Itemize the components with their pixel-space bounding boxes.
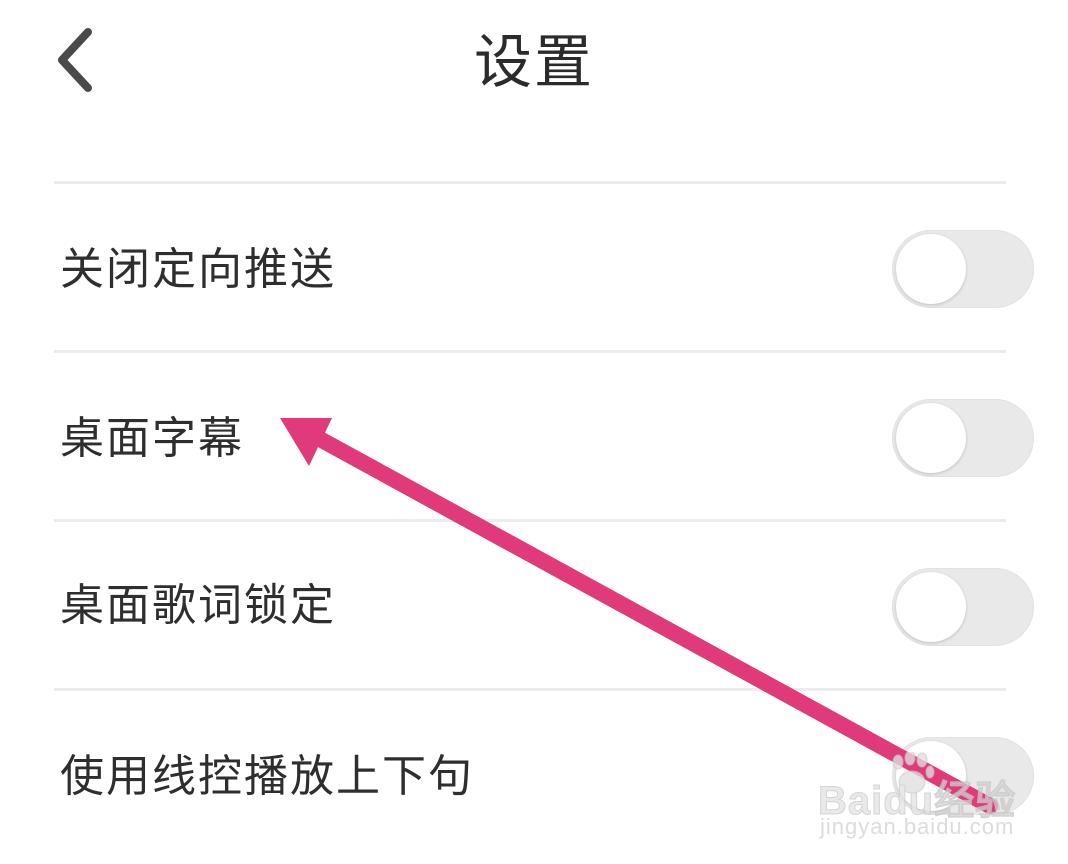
baidu-jingyan-watermark: Baidu经验 jingyan.baidu.com bbox=[817, 752, 1028, 842]
settings-row-label: 使用线控播放上下句 bbox=[60, 751, 474, 802]
settings-row-label: 桌面歌词锁定 bbox=[60, 580, 336, 631]
desktop-subtitles-toggle[interactable] bbox=[892, 399, 1034, 477]
toggle-knob bbox=[896, 403, 966, 473]
settings-row-desktop-subtitles[interactable]: 桌面字幕 bbox=[0, 353, 1068, 519]
toggle-knob bbox=[896, 234, 966, 304]
app-header: 设置 bbox=[0, 0, 1068, 130]
settings-row-close-targeted-push[interactable]: 关闭定向推送 bbox=[0, 184, 1068, 350]
page-title: 设置 bbox=[473, 28, 594, 96]
settings-row-desktop-lyrics-lock[interactable]: 桌面歌词锁定 bbox=[0, 522, 1068, 688]
close-targeted-push-toggle[interactable] bbox=[892, 230, 1034, 308]
watermark-url: jingyan.baidu.com bbox=[820, 814, 1015, 839]
desktop-lyrics-lock-toggle[interactable] bbox=[892, 568, 1034, 646]
settings-screen: 设置 关闭定向推送 桌面字幕 桌面歌词锁定 使用线控播放上下句 Baidu经验 … bbox=[0, 0, 1068, 864]
settings-row-label: 关闭定向推送 bbox=[60, 244, 336, 295]
toggle-knob bbox=[896, 572, 966, 642]
settings-row-label: 桌面字幕 bbox=[60, 413, 244, 464]
